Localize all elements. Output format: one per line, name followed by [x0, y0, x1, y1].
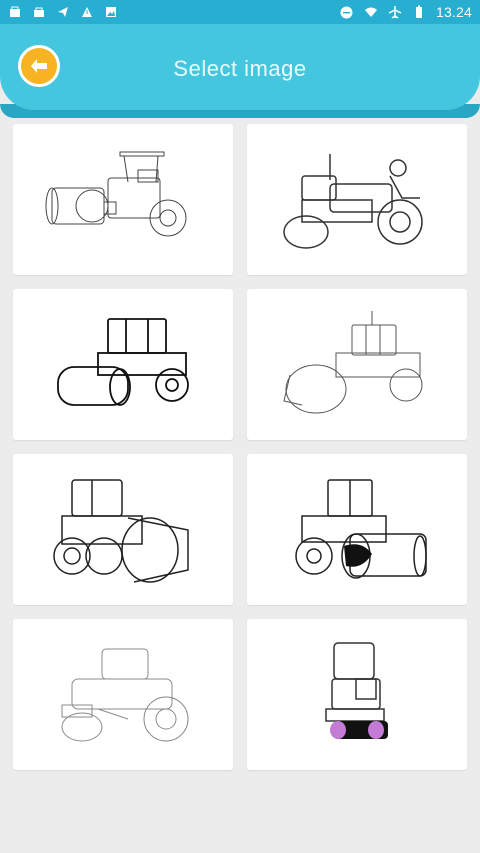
send-icon [56, 5, 70, 19]
image-card-road-roller-8[interactable] [247, 619, 467, 770]
bag-icon [32, 5, 46, 19]
image-card-road-roller-1[interactable] [13, 124, 233, 275]
airplane-icon [388, 5, 402, 19]
dnd-icon [340, 5, 354, 19]
road-roller-4-image [283, 310, 423, 413]
shop-icon [8, 5, 22, 19]
status-right: 13.24 [340, 4, 472, 20]
road-roller-1-image [45, 151, 187, 236]
road-roller-6-image [295, 478, 427, 579]
image-card-road-roller-4[interactable] [247, 289, 467, 440]
road-roller-7-image [61, 648, 189, 741]
image-card-road-roller-2[interactable] [247, 124, 467, 275]
battery-icon [412, 5, 426, 19]
road-roller-2-image [283, 153, 423, 249]
page-title: Select image [173, 56, 307, 81]
road-roller-3-image [57, 317, 189, 406]
image-grid [13, 124, 467, 770]
status-bar: 13.24 [0, 0, 480, 24]
image-icon [104, 5, 118, 19]
road-roller-8-image [325, 641, 388, 739]
image-card-road-roller-7[interactable] [13, 619, 233, 770]
image-card-road-roller-6[interactable] [247, 454, 467, 605]
wifi-icon [364, 5, 378, 19]
warning-icon [80, 5, 94, 19]
status-left [8, 5, 118, 19]
image-card-road-roller-3[interactable] [13, 289, 233, 440]
road-roller-5-image [53, 478, 189, 583]
clock-time: 13.24 [435, 4, 472, 20]
image-card-road-roller-5[interactable] [13, 454, 233, 605]
